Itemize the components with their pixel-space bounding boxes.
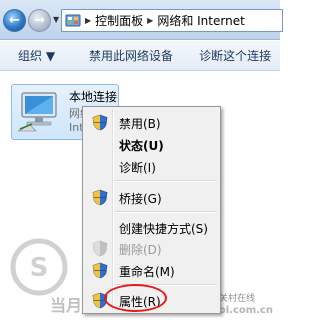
menu-item-create-shortcut[interactable]: 创建快捷方式(S) (85, 216, 218, 238)
chevron-right-icon[interactable]: ▶ (147, 16, 153, 25)
uac-shield-icon (92, 240, 108, 257)
menu-item-label: 删除(D) (119, 243, 162, 257)
menu-item-label: 重命名(M) (119, 265, 175, 279)
arrow-left-icon: ← (9, 13, 20, 28)
command-bar: 组织 ▼ 禁用此网络设备 诊断这个连接 (0, 41, 280, 71)
breadcrumb-control-panel[interactable]: 控制面板 (95, 12, 143, 29)
history-dropdown-icon[interactable]: ▼ (53, 15, 59, 24)
menu-item-delete: 删除(D) (85, 237, 218, 259)
back-button[interactable]: ← (3, 9, 26, 32)
arrow-right-icon: → (34, 13, 45, 28)
title-bar: ← → ▼ ▶ 控制面板 ▶ 网络和 Internet (0, 0, 283, 40)
chevron-right-icon[interactable]: ▶ (85, 16, 91, 25)
menu-item-label: 状态(U) (119, 139, 164, 153)
context-menu: 禁用(B) 状态(U) 诊断(I) 桥接(G) 创建快捷方式(S) 删除(D) … (82, 106, 221, 314)
uac-shield-icon (92, 262, 108, 279)
control-panel-icon (65, 14, 81, 26)
menu-item-diagnose[interactable]: 诊断(I) (85, 155, 218, 177)
zol-watermark-url: zol.com.cn (213, 305, 273, 316)
breadcrumb-network-internet[interactable]: 网络和 Internet (157, 12, 244, 29)
menu-item-disable[interactable]: 禁用(B) (85, 111, 218, 133)
diagnose-button[interactable]: 诊断这个连接 (183, 47, 281, 64)
network-adapter-icon (17, 92, 57, 132)
uac-shield-icon (92, 114, 108, 131)
uac-shield-icon (92, 189, 108, 206)
menu-item-label: 禁用(B) (119, 117, 161, 131)
menu-item-label: 创建快捷方式(S) (119, 222, 208, 236)
menu-item-label: 桥接(G) (119, 192, 162, 206)
menu-item-rename[interactable]: 重命名(M) (85, 259, 218, 281)
menu-item-bridge[interactable]: 桥接(G) (85, 186, 218, 208)
forward-button[interactable]: → (28, 9, 51, 32)
organize-button[interactable]: 组织 ▼ (0, 47, 79, 64)
connection-name: 本地连接 (69, 90, 118, 104)
address-bar[interactable]: ▶ 控制面板 ▶ 网络和 Internet (61, 9, 283, 32)
menu-item-status[interactable]: 状态(U) (85, 133, 218, 155)
menu-item-label: 诊断(I) (119, 161, 156, 175)
disable-device-button[interactable]: 禁用此网络设备 (79, 47, 183, 64)
svg-text:S: S (30, 253, 49, 283)
menu-separator (115, 180, 217, 182)
highlight-ellipse (104, 284, 167, 312)
menu-separator (115, 211, 217, 213)
watermark-logo: S (10, 238, 68, 296)
